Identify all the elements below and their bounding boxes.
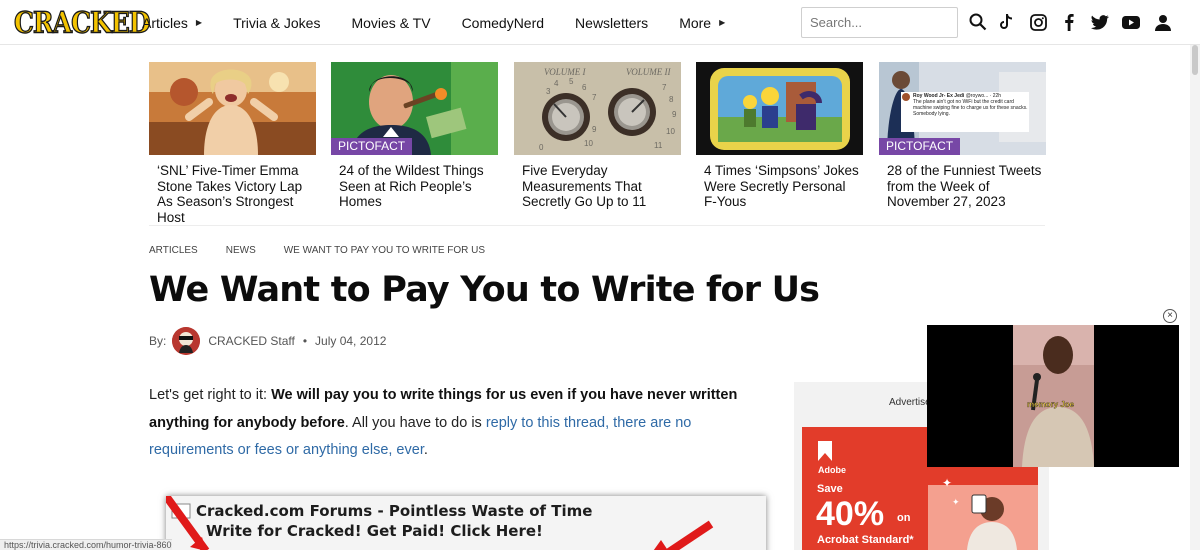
nav-item-label: Trivia & Jokes (233, 14, 321, 31)
dial-number: 10 (584, 139, 593, 148)
dial-number: 7 (592, 93, 597, 102)
image-label: VOLUME II (626, 67, 671, 77)
tweet-body: The plane ain’t got no WiFi but the cred… (913, 99, 1028, 117)
dial-number: 5 (569, 77, 574, 86)
search-input[interactable] (801, 7, 958, 38)
article-intro: Let's get right to it: We will pay you t… (149, 382, 769, 465)
youtube-icon[interactable] (1119, 10, 1143, 34)
forum-thread-title: Write for Cracked! Get Paid! Click Here! (206, 522, 543, 540)
nav-item-label: ComedyNerd (461, 14, 545, 31)
breadcrumb-current[interactable]: WE WANT TO PAY YOU TO WRITE FOR US (284, 245, 485, 256)
breadcrumb-articles[interactable]: ARTICLES (149, 245, 198, 256)
card-title[interactable]: ‘SNL’ Five-Timer Emma Stone Takes Victor… (157, 163, 312, 225)
user-icon[interactable] (1151, 10, 1175, 34)
nav-item-more[interactable]: More ▶ (679, 0, 725, 45)
facebook-icon[interactable] (1057, 10, 1081, 34)
pictofact-badge: PICTOFACT (331, 138, 413, 155)
page: CRACKED Articles ▶ Trivia & Jokes Movies … (0, 0, 1200, 550)
caret-right-icon: ▶ (195, 18, 203, 27)
card-thumbnail[interactable] (696, 62, 863, 155)
intro-text: Let's get right to it: (149, 387, 272, 403)
separator-dot: • (302, 334, 308, 348)
dial-number: 11 (654, 141, 663, 150)
dial-number: 6 (582, 83, 587, 92)
author-name[interactable]: CRACKED Staff (208, 334, 294, 348)
dial-number: 9 (592, 125, 597, 134)
nav-item-label: Movies & TV (351, 14, 431, 31)
nav-item-newsletters[interactable]: Newsletters (575, 0, 648, 45)
cracked-logo[interactable]: CRACKED (13, 5, 151, 40)
card-thumbnail[interactable]: Roy Wood Jr- Ex Jedi @roywo... · 22h The… (879, 62, 1046, 155)
forum-title: Cracked.com Forums - Pointless Waste of … (196, 502, 593, 520)
breadcrumb-news[interactable]: NEWS (226, 245, 256, 256)
logo-text: CRACKED (13, 5, 151, 40)
instagram-icon[interactable] (1026, 10, 1050, 34)
browser-status-url: https://trivia.cracked.com/humor-trivia-… (0, 539, 172, 550)
dial-number: 7 (662, 83, 667, 92)
ad-percent: 40% (816, 495, 885, 533)
intro-text: . (423, 442, 428, 458)
dial-number: 0 (539, 143, 544, 152)
nav-item-trivia[interactable]: Trivia & Jokes (233, 0, 320, 45)
by-label: By: (149, 334, 167, 348)
tweet-avatar (902, 93, 910, 101)
article-headline: We Want to Pay You to Write for Us (149, 270, 820, 310)
forum-screenshot-image: Cracked.com Forums - Pointless Waste of … (166, 496, 766, 550)
intro-text: . All you have to do is (344, 414, 486, 431)
dial-number: 10 (666, 127, 675, 136)
nav-item-comedynerd[interactable]: ComedyNerd (462, 0, 544, 45)
pictofact-badge: PICTOFACT (879, 138, 961, 155)
author-avatar[interactable] (172, 327, 201, 355)
article-card[interactable]: PICTOFACT 24 of the Wildest Things Seen … (331, 62, 498, 209)
floating-video-player[interactable]: memory Joe (927, 325, 1179, 467)
breadcrumb: ARTICLES NEWS WE WANT TO PAY YOU TO WRIT… (149, 245, 485, 256)
ad-on: on (897, 512, 911, 524)
nav-item-articles[interactable]: Articles ▶ (142, 0, 202, 45)
svg-text:✦: ✦ (942, 476, 952, 490)
scrollbar-thumb[interactable] (1192, 45, 1198, 75)
ad-product: Acrobat Standard* (817, 534, 914, 546)
publish-date: July 04, 2012 (315, 334, 387, 348)
nav-item-movies-tv[interactable]: Movies & TV (351, 0, 430, 45)
card-thumbnail[interactable]: PICTOFACT (331, 62, 498, 155)
card-title[interactable]: Five Everyday Measurements That Secretly… (522, 163, 677, 210)
svg-text:✦: ✦ (952, 497, 960, 507)
nav-item-label: Newsletters (575, 14, 649, 31)
byline: By: CRACKED Staff • July 04, 2012 (149, 327, 386, 355)
divider (149, 225, 1045, 226)
ad-save: Save (817, 483, 843, 495)
adobe-brand: Adobe (818, 465, 846, 475)
dial-number: 9 (672, 110, 677, 119)
dial-number: 8 (669, 95, 674, 104)
article-card[interactable]: ‘SNL’ Five-Timer Emma Stone Takes Victor… (149, 62, 316, 225)
article-card[interactable]: 4 Times ‘Simpsons’ Jokes Were Secretly P… (696, 62, 863, 209)
vertical-scrollbar[interactable] (1190, 45, 1200, 550)
dial-number: 3 (546, 87, 551, 96)
caret-right-icon: ▶ (719, 18, 726, 27)
dial-number: 4 (554, 79, 559, 88)
top-navigation-bar: CRACKED Articles ▶ Trivia & Jokes Movies … (0, 0, 1200, 45)
nav-item-label: Articles (142, 14, 188, 31)
article-card[interactable]: Roy Wood Jr- Ex Jedi @roywo... · 22h The… (879, 62, 1046, 209)
tiktok-icon[interactable] (995, 10, 1019, 34)
article-card[interactable]: VOLUME I VOLUME II 3 4 5 6 7 0 9 10 7 8 … (514, 62, 681, 209)
card-title[interactable]: 28 of the Funniest Tweets from the Week … (887, 163, 1042, 210)
main-nav: Articles ▶ Trivia & Jokes Movies & TV Com… (142, 0, 725, 45)
twitter-icon[interactable] (1088, 10, 1112, 34)
card-thumbnail[interactable]: VOLUME I VOLUME II 3 4 5 6 7 0 9 10 7 8 … (514, 62, 681, 155)
video-caption: memory Joe (1027, 400, 1075, 409)
tweet-screenshot: Roy Wood Jr- Ex Jedi @roywo... · 22h The… (902, 93, 1028, 131)
image-label: VOLUME I (544, 67, 586, 77)
nav-item-label: More (679, 14, 712, 31)
search-icon[interactable] (966, 10, 990, 34)
card-title[interactable]: 24 of the Wildest Things Seen at Rich Pe… (339, 163, 494, 210)
close-video-button[interactable]: × (1163, 309, 1177, 323)
card-thumbnail[interactable] (149, 62, 316, 155)
card-title[interactable]: 4 Times ‘Simpsons’ Jokes Were Secretly P… (704, 163, 859, 210)
